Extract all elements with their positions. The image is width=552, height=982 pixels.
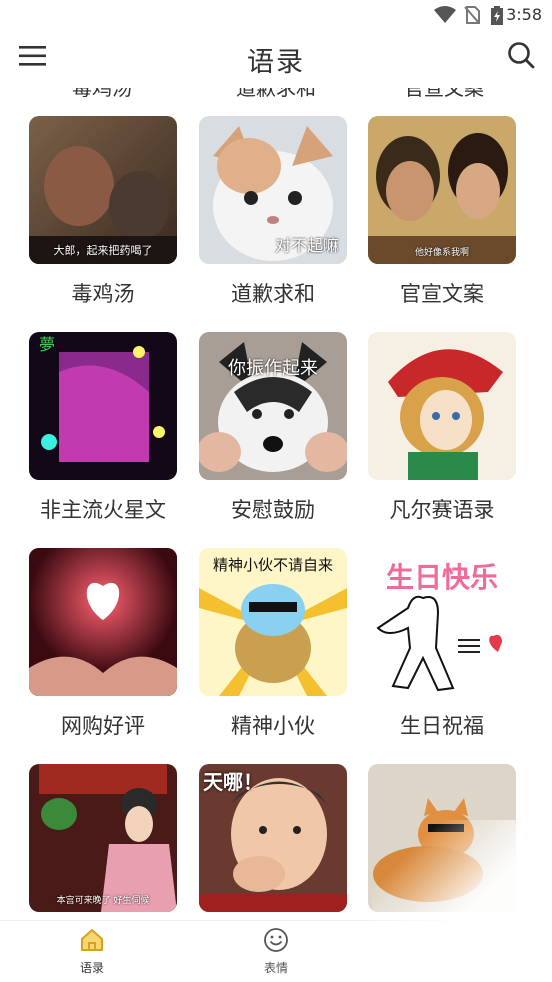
category-card[interactable]: 你振作起来 安慰鼓励	[199, 332, 347, 524]
category-label: 凡尔赛语录	[389, 498, 495, 522]
category-card[interactable]: 天哪！	[199, 764, 347, 920]
category-card[interactable]: 对不起嘛 道歉求和	[199, 116, 347, 308]
category-image: 大郎，起来把药喝了	[29, 116, 177, 264]
image-caption: 生日快乐	[385, 561, 498, 594]
no-sim-icon	[464, 6, 480, 24]
image-caption: 精神小伙不请自来	[212, 556, 333, 574]
category-card[interactable]: 凡尔赛语录	[368, 332, 516, 524]
category-image	[368, 764, 516, 912]
tab-label: 表情	[263, 961, 288, 975]
category-label: 网购好评	[61, 714, 145, 738]
quote-category-grid[interactable]: 毒鸡汤 道歉求和 官宣文案 大郎，起来把药喝了 毒鸡汤 对不起嘛 道歉求和 他好…	[0, 88, 552, 920]
partial-label: 官宣文案	[404, 88, 484, 100]
partial-row: 毒鸡汤 道歉求和 官宣文案	[0, 88, 552, 102]
category-image: 对不起嘛	[199, 116, 347, 264]
category-image: 精神小伙不请自来	[199, 548, 347, 696]
svg-text:夢: 夢	[39, 335, 55, 354]
category-card[interactable]: 网购好评	[29, 548, 177, 740]
category-image: 他好像系我啊	[368, 116, 516, 264]
category-card[interactable]: 他好像系我啊 官宣文案	[368, 116, 516, 308]
category-card[interactable]: 生日快乐 生日祝福	[368, 548, 516, 740]
status-bar: 3:58	[0, 0, 552, 30]
category-card[interactable]: 本宫可来晚了 好生伺候	[29, 764, 177, 920]
category-image: 你振作起来	[199, 332, 347, 480]
category-image	[29, 548, 177, 696]
smiley-icon	[264, 928, 288, 952]
search-button[interactable]	[506, 40, 536, 70]
category-image: 夢	[29, 332, 177, 480]
wifi-icon	[434, 6, 456, 23]
image-caption: 你振作起来	[228, 358, 318, 379]
category-label: 安慰鼓励	[231, 498, 315, 522]
partial-label: 毒鸡汤	[72, 88, 132, 100]
category-image: 天哪！	[199, 764, 347, 912]
category-card[interactable]: 大郎，起来把药喝了 毒鸡汤	[29, 116, 177, 308]
tab-stickers[interactable]: 表情	[236, 927, 316, 976]
image-caption: 本宫可来晚了 好生伺候	[56, 896, 150, 906]
category-label: 精神小伙	[231, 714, 315, 738]
category-card[interactable]: 精神小伙不请自来 精神小伙	[199, 548, 347, 740]
category-label: 官宣文案	[400, 282, 484, 306]
category-image: 生日快乐	[368, 548, 516, 696]
category-image: 本宫可来晚了 好生伺候	[29, 764, 177, 912]
category-card[interactable]	[368, 764, 516, 920]
image-caption: 天哪！	[203, 770, 263, 794]
home-icon	[81, 929, 103, 951]
category-label: 道歉求和	[231, 282, 315, 306]
category-label: 生日祝福	[400, 714, 484, 738]
battery-icon	[491, 6, 503, 25]
status-time: 3:58	[506, 5, 542, 24]
partial-label: 道歉求和	[236, 88, 316, 100]
image-caption: 大郎，起来把药喝了	[53, 244, 153, 257]
category-card[interactable]: 夢 非主流火星文	[29, 332, 177, 524]
category-image	[368, 332, 516, 480]
category-label: 毒鸡汤	[71, 282, 135, 306]
category-label: 非主流火星文	[40, 498, 166, 522]
bottom-navigation: 语录 表情	[0, 920, 552, 982]
search-icon	[508, 42, 535, 69]
tab-label: 语录	[79, 961, 104, 975]
app-bar: 语录	[0, 30, 552, 88]
image-caption: 对不起嘛	[274, 236, 339, 255]
tab-quotes[interactable]: 语录	[52, 927, 132, 976]
image-caption: 他好像系我啊	[414, 248, 469, 258]
page-title: 语录	[247, 47, 305, 78]
